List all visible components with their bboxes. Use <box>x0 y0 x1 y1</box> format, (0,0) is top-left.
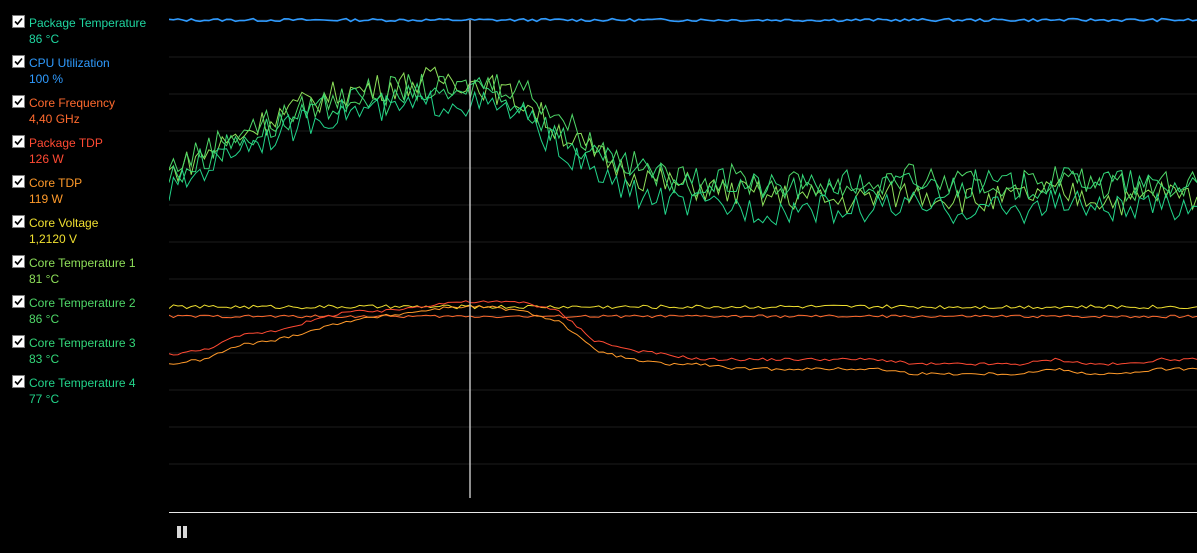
legend-item[interactable]: Core Temperature 2 86 °C <box>12 294 162 334</box>
legend-item[interactable]: Core Temperature 4 77 °C <box>12 374 162 414</box>
checkmark-icon <box>14 17 23 26</box>
pause-icon <box>177 526 181 538</box>
hwinfo-graph-window: Package Temperature 86 °C CPU Utilization 1… <box>0 0 1197 553</box>
legend-item[interactable]: Package TDP 126 W <box>12 134 162 174</box>
legend-item[interactable]: CPU Utilization 100 % <box>12 54 162 94</box>
pause-icon-bar <box>183 526 187 538</box>
legend-sensor-value: 86 °C <box>29 312 60 326</box>
legend-checkbox[interactable] <box>12 135 25 148</box>
legend-sensor-value: 1,2120 V <box>29 232 78 246</box>
legend-sensor-name: Core Temperature 2 <box>29 296 136 310</box>
checkmark-icon <box>14 257 23 266</box>
checkmark-icon <box>14 137 23 146</box>
legend-checkbox[interactable] <box>12 175 25 188</box>
legend-sensor-value: 86 °C <box>29 32 60 46</box>
legend-sensor-value: 77 °C <box>29 392 60 406</box>
sensor-legend: Package Temperature 86 °C CPU Utilization 1… <box>12 14 162 414</box>
legend-checkbox[interactable] <box>12 95 25 108</box>
legend-sensor-value: 83 °C <box>29 352 60 366</box>
legend-checkbox[interactable] <box>12 215 25 228</box>
legend-sensor-name: Core Temperature 1 <box>29 256 136 270</box>
legend-checkbox[interactable] <box>12 335 25 348</box>
legend-item[interactable]: Core Frequency 4,40 GHz <box>12 94 162 134</box>
legend-sensor-name: Package Temperature <box>29 16 147 30</box>
legend-sensor-value: 4,40 GHz <box>29 112 80 126</box>
series-line-core-voltage <box>169 304 1197 310</box>
checkmark-icon <box>14 217 23 226</box>
timeline-divider <box>169 512 1197 513</box>
legend-item[interactable]: Core TDP 119 W <box>12 174 162 214</box>
legend-checkbox[interactable] <box>12 375 25 388</box>
pause-button[interactable] <box>175 525 189 539</box>
legend-item[interactable]: Core Voltage 1,2120 V <box>12 214 162 254</box>
legend-sensor-name: Package TDP <box>29 136 103 150</box>
checkmark-icon <box>14 97 23 106</box>
legend-sensor-name: Core TDP <box>29 176 83 190</box>
legend-sensor-name: Core Frequency <box>29 96 116 110</box>
legend-sensor-value: 126 W <box>29 152 64 166</box>
legend-checkbox[interactable] <box>12 55 25 68</box>
sensor-graph <box>169 12 1197 502</box>
legend-sensor-name: Core Temperature 4 <box>29 376 136 390</box>
legend-sensor-name: Core Voltage <box>29 216 99 230</box>
checkmark-icon <box>14 337 23 346</box>
legend-checkbox[interactable] <box>12 255 25 268</box>
checkmark-icon <box>14 377 23 386</box>
legend-checkbox[interactable] <box>12 295 25 308</box>
legend-item[interactable]: Core Temperature 3 83 °C <box>12 334 162 374</box>
legend-sensor-name: CPU Utilization <box>29 56 110 70</box>
legend-checkbox[interactable] <box>12 15 25 28</box>
series-line-core-temperature-1 <box>169 66 1197 216</box>
legend-item[interactable]: Core Temperature 1 81 °C <box>12 254 162 294</box>
legend-sensor-name: Core Temperature 3 <box>29 336 136 350</box>
sensor-graph-svg <box>169 17 1197 498</box>
checkmark-icon <box>14 297 23 306</box>
legend-item[interactable]: Package Temperature 86 °C <box>12 14 162 54</box>
checkmark-icon <box>14 177 23 186</box>
legend-sensor-value: 81 °C <box>29 272 60 286</box>
series-line-package-tdp <box>169 300 1197 366</box>
checkmark-icon <box>14 57 23 66</box>
legend-sensor-value: 119 W <box>29 192 63 206</box>
legend-sensor-value: 100 % <box>29 72 64 86</box>
